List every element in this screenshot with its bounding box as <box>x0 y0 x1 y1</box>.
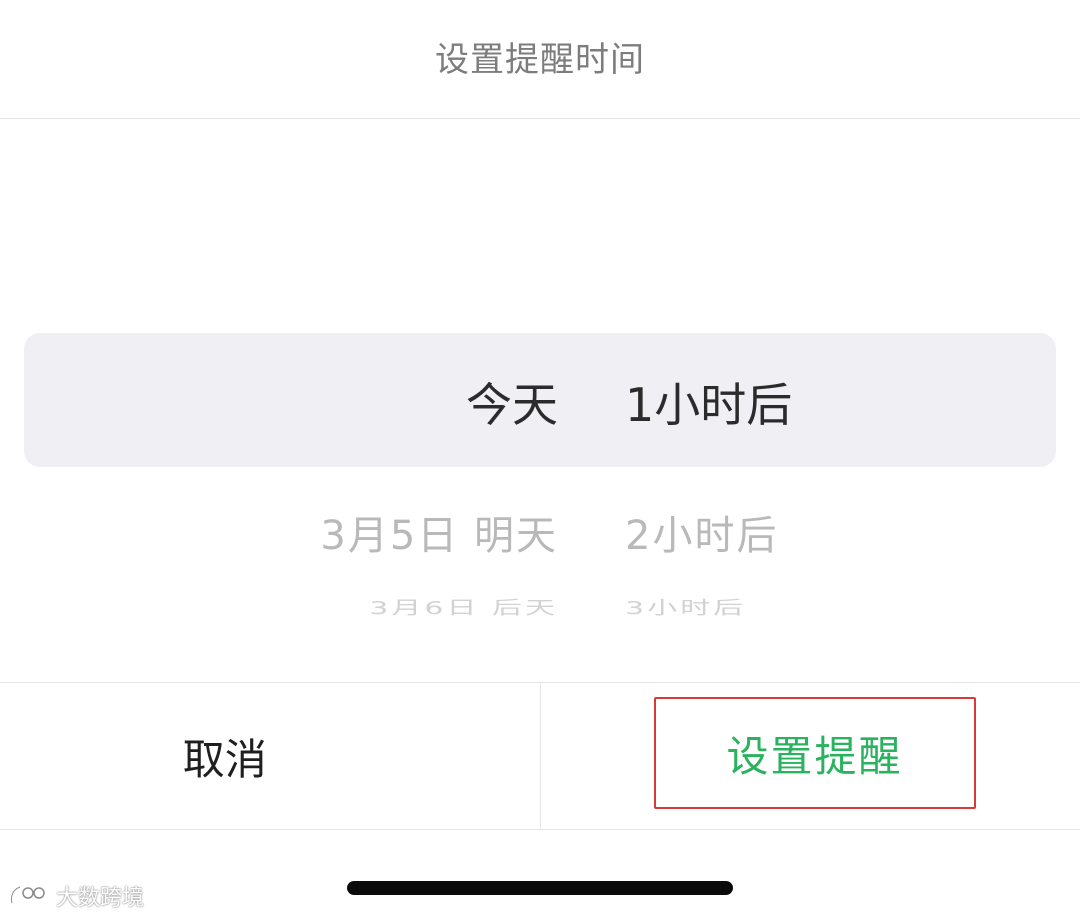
watermark: 大数跨境 <box>8 880 144 912</box>
brand-logo-icon <box>8 883 52 909</box>
picker-row-selected[interactable]: 今天 1小时后 <box>0 369 1080 432</box>
reminder-time-sheet: 设置提醒时间 今天 1小时后 3月5日 明天 2小时后 3月6日 后天 3小时后… <box>0 0 1080 917</box>
sheet-header: 设置提醒时间 <box>0 0 1080 119</box>
cancel-button-label: 取消 <box>182 734 267 784</box>
set-reminder-button[interactable]: 设置提醒 <box>541 683 1080 829</box>
picker-date-option[interactable]: 今天 <box>466 369 558 435</box>
picker-row[interactable]: 3月6日 后天 3小时后 <box>0 593 1080 617</box>
time-picker[interactable]: 今天 1小时后 3月5日 明天 2小时后 3月6日 后天 3小时后 <box>0 119 1080 681</box>
action-bar: 取消 设置提醒 <box>0 682 1080 830</box>
sheet-title: 设置提醒时间 <box>435 39 645 80</box>
picker-offset-option[interactable]: 2小时后 <box>625 503 778 561</box>
picker-date-option[interactable]: 3月6日 后天 <box>369 593 558 617</box>
watermark-text: 大数跨境 <box>56 886 145 911</box>
set-reminder-highlight-box: 设置提醒 <box>653 697 976 809</box>
set-reminder-button-label: 设置提醒 <box>726 731 903 781</box>
home-indicator <box>347 881 733 895</box>
picker-row[interactable]: 3月5日 明天 2小时后 <box>0 503 1080 559</box>
picker-date-option[interactable]: 3月5日 明天 <box>320 503 558 561</box>
cancel-button[interactable]: 取消 <box>0 683 541 829</box>
picker-offset-option[interactable]: 1小时后 <box>625 369 792 435</box>
picker-offset-option[interactable]: 3小时后 <box>625 593 746 617</box>
